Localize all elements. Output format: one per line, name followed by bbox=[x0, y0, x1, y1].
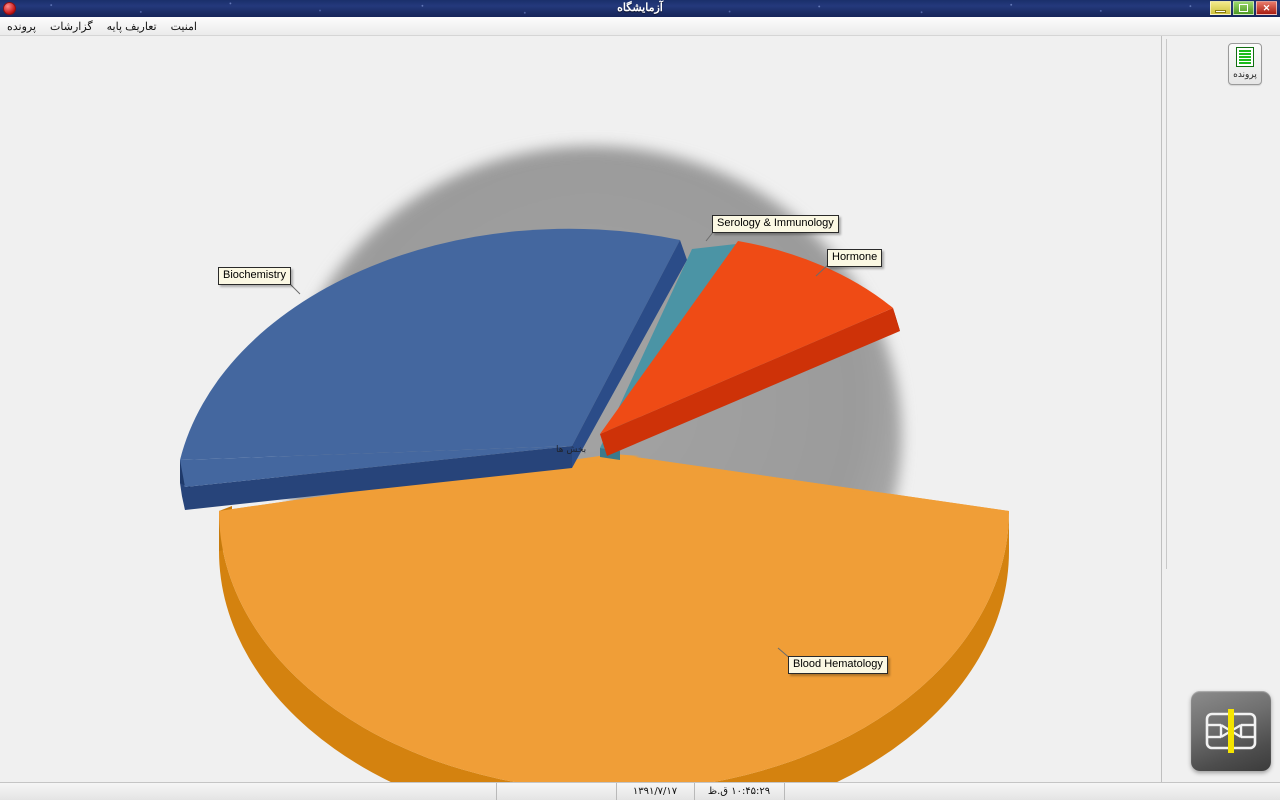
menu-file[interactable]: پرونده bbox=[0, 19, 43, 34]
toolbar-file-button[interactable]: پرونده bbox=[1228, 43, 1262, 85]
smart-card-widget[interactable] bbox=[1191, 691, 1271, 771]
document-icon bbox=[1236, 47, 1254, 67]
pie-label-biochemistry[interactable]: Biochemistry bbox=[218, 267, 291, 285]
chart-pane: بخش ها Biochemistry Serology & Immunolog… bbox=[0, 36, 1162, 782]
status-spacer-right bbox=[783, 783, 1280, 800]
minimize-icon bbox=[1215, 9, 1226, 13]
menu-security[interactable]: امنیت bbox=[164, 19, 204, 34]
status-spacer-left bbox=[495, 783, 616, 800]
pie-label-hormone[interactable]: Hormone bbox=[827, 249, 883, 267]
menu-base-definitions[interactable]: تعاریف پایه bbox=[100, 19, 164, 34]
menu-reports[interactable]: گزارشات bbox=[43, 19, 100, 34]
pie-label-serology-immunology[interactable]: Serology & Immunology bbox=[712, 215, 839, 233]
close-icon: ✕ bbox=[1262, 2, 1271, 13]
menu-bar: پرونده گزارشات تعاریف پایه امنیت bbox=[0, 17, 1280, 36]
close-button[interactable]: ✕ bbox=[1256, 1, 1277, 15]
app-icon[interactable] bbox=[3, 2, 16, 15]
slice-blood-hematology bbox=[219, 454, 1009, 782]
application-window: آزمایشگاه ✕ پرونده گزارشات تعاریف پایه ا… bbox=[0, 0, 1280, 800]
title-bar: آزمایشگاه ✕ bbox=[0, 0, 1280, 17]
window-title: آزمایشگاه bbox=[617, 2, 663, 14]
restore-icon bbox=[1239, 4, 1248, 12]
right-panel: پرونده bbox=[1162, 36, 1280, 782]
toolbar-strip: پرونده bbox=[1166, 39, 1274, 569]
status-date: ۱۳۹۱/۷/۱۷ bbox=[615, 783, 694, 800]
pie-chart bbox=[180, 146, 1009, 782]
minimize-button[interactable] bbox=[1210, 1, 1231, 15]
restore-button[interactable] bbox=[1233, 1, 1254, 15]
status-bar: ۱۰:۴۵:۲۹ ق.ظ ۱۳۹۱/۷/۱۷ bbox=[0, 782, 1280, 800]
workspace: بخش ها Biochemistry Serology & Immunolog… bbox=[0, 36, 1280, 782]
status-time: ۱۰:۴۵:۲۹ ق.ظ bbox=[693, 783, 784, 800]
chart-inner-title: بخش ها bbox=[556, 445, 587, 455]
toolbar-file-label: پرونده bbox=[1233, 70, 1257, 80]
smart-card-chip-icon bbox=[1205, 709, 1257, 753]
status-message bbox=[0, 783, 496, 800]
pie-label-blood-hematology[interactable]: Blood Hematology bbox=[788, 656, 888, 674]
window-controls: ✕ bbox=[1210, 1, 1277, 15]
